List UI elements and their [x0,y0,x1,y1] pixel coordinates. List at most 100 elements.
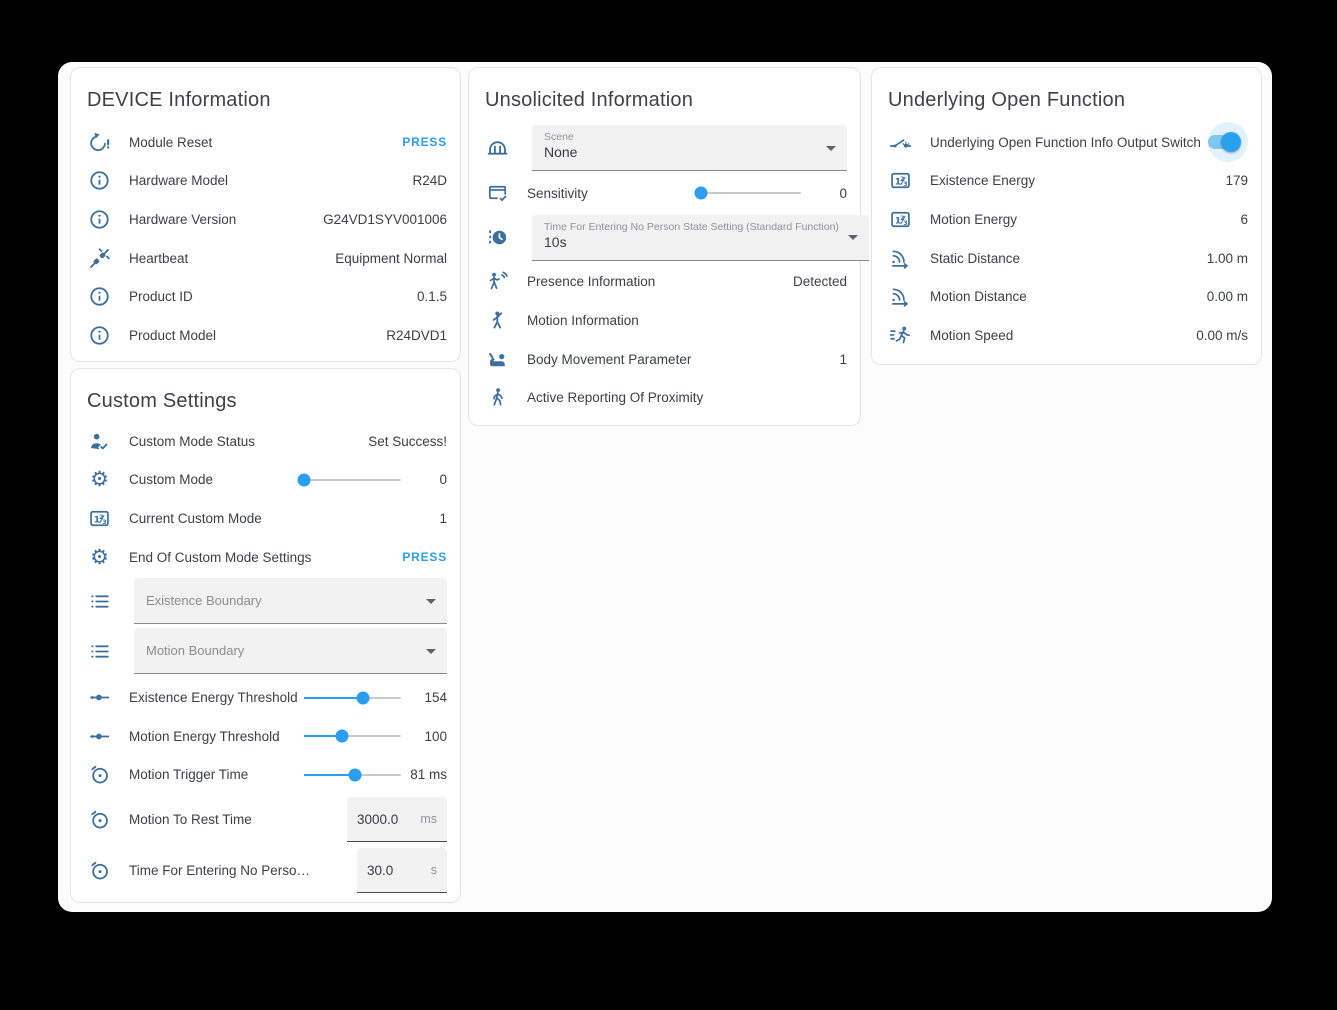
body-movement-parameter-row: Body Movement Parameter 1 [469,340,860,379]
timer-icon [88,859,111,882]
row-label: Motion To Rest Time [129,812,347,827]
row-label: Body Movement Parameter [527,352,839,367]
existence-boundary-select[interactable]: Existence Boundary [134,578,447,624]
output-switch-toggle[interactable] [1208,122,1248,162]
card-title: DEVICE Information [87,88,444,112]
row-value: G24VD1SYV001006 [323,212,447,227]
motion-information-row: Motion Information [469,301,860,340]
sensitivity-row: Sensitivity 0 [469,174,860,213]
history-clock-icon [486,226,509,249]
no-person-time-input[interactable] [367,863,426,878]
presence-sensor-icon [486,270,509,293]
slider-value: 154 [401,690,447,705]
select-label: Scene [544,131,817,144]
row-label: Existence Energy [930,173,1225,188]
sensitivity-slider[interactable] [701,185,801,201]
motion-to-rest-time-input[interactable] [357,812,415,827]
no-person-state-setting-row: Time For Entering No Person State Settin… [469,215,860,261]
row-value: 0.1.5 [417,289,447,304]
existence-energy-threshold-slider[interactable] [304,690,401,706]
slider-value: 100 [401,729,447,744]
unsolicited-information-card: Unsolicited Information Scene None Sensi… [468,67,861,426]
active-reporting-proximity-row: Active Reporting Of Proximity [469,378,860,417]
slider-thumb[interactable] [349,768,362,781]
heartbeat-row: Heartbeat Equipment Normal [71,239,460,278]
info-icon [88,208,111,231]
slider-value: 81 ms [401,767,447,782]
product-id-row: Product ID 0.1.5 [71,277,460,316]
slider-thumb[interactable] [357,691,370,704]
underlying-open-function-card: Underlying Open Function Underlying Open… [871,67,1262,365]
presence-information-row: Presence Information Detected [469,263,860,302]
motion-energy-threshold-slider[interactable] [304,728,401,744]
timer-icon [88,763,111,786]
motion-speed-row: Motion Speed 0.00 m/s [872,316,1261,355]
slider-thumb[interactable] [695,187,708,200]
gear-icon: ⚙ [88,468,111,491]
unit-label: ms [420,812,437,826]
row-label: Sensitivity [527,186,701,201]
row-label: Existence Energy Threshold [129,690,304,705]
row-label: Static Distance [930,251,1207,266]
threshold-slider-icon [88,686,111,709]
row-label: Presence Information [527,274,793,289]
custom-mode-slider[interactable] [304,472,401,488]
row-label: End Of Custom Mode Settings [129,550,402,565]
row-value: 1 [839,352,847,367]
app-page: DEVICE Information Module Reset PRESS Ha… [58,62,1272,912]
row-label: Motion Distance [930,289,1207,304]
row-value: 1 [439,511,447,526]
motion-energy-row: 123 Motion Energy 6 [872,200,1261,239]
svg-text:3: 3 [903,220,907,227]
numbers-icon: 123 [88,507,111,530]
person-check-icon [88,430,111,453]
sensitivity-panel-icon [486,182,509,205]
no-person-time-field[interactable]: s [357,848,447,893]
motion-to-rest-time-field[interactable]: ms [347,797,447,842]
body-movement-icon [486,348,509,371]
radar-distance-icon [889,247,912,270]
slider-track[interactable] [701,192,801,194]
info-icon [88,169,111,192]
row-value: 0.00 m/s [1196,328,1248,343]
row-label: Motion Information [527,313,847,328]
existence-energy-threshold-row: Existence Energy Threshold 154 [71,678,460,717]
svg-text:3: 3 [102,519,106,526]
select-value: None [544,144,817,161]
card-title: Unsolicited Information [485,88,844,112]
current-custom-mode-row: 123 Current Custom Mode 1 [71,499,460,538]
numbers-icon: 123 [889,208,912,231]
row-value: 179 [1225,173,1248,188]
scene-select[interactable]: Scene None [532,125,847,171]
row-label: Module Reset [129,135,402,150]
select-label: Time For Entering No Person State Settin… [544,221,839,234]
motion-trigger-time-slider[interactable] [304,767,401,783]
row-label: Heartbeat [129,251,335,266]
slider-track[interactable] [304,479,401,481]
switch-lever-icon [889,131,912,154]
row-label: Custom Mode [129,472,304,487]
slider-thumb[interactable] [298,473,311,486]
slider-thumb[interactable] [335,730,348,743]
device-information-card: DEVICE Information Module Reset PRESS Ha… [70,67,461,362]
row-label: Product ID [129,289,417,304]
select-label: Motion Boundary [146,643,244,659]
slider-fill [304,697,363,699]
custom-mode-status-row: Custom Mode Status Set Success! [71,422,460,461]
walking-person-icon [486,386,509,409]
existence-boundary-row: Existence Boundary [71,578,460,624]
chevron-down-icon [426,599,436,604]
row-label: Motion Energy [930,212,1240,227]
end-custom-mode-press-button[interactable]: PRESS [402,550,447,564]
no-person-state-setting-select[interactable]: Time For Entering No Person State Settin… [532,215,869,261]
chevron-down-icon [426,649,436,654]
info-icon [88,285,111,308]
scene-dome-icon [486,137,509,160]
row-value: Detected [793,274,847,289]
motion-energy-threshold-row: Motion Energy Threshold 100 [71,717,460,756]
select-value: 10s [544,234,839,251]
row-value: R24D [412,173,447,188]
motion-boundary-select[interactable]: Motion Boundary [134,628,447,674]
timer-icon [88,808,111,831]
module-reset-press-button[interactable]: PRESS [402,135,447,149]
